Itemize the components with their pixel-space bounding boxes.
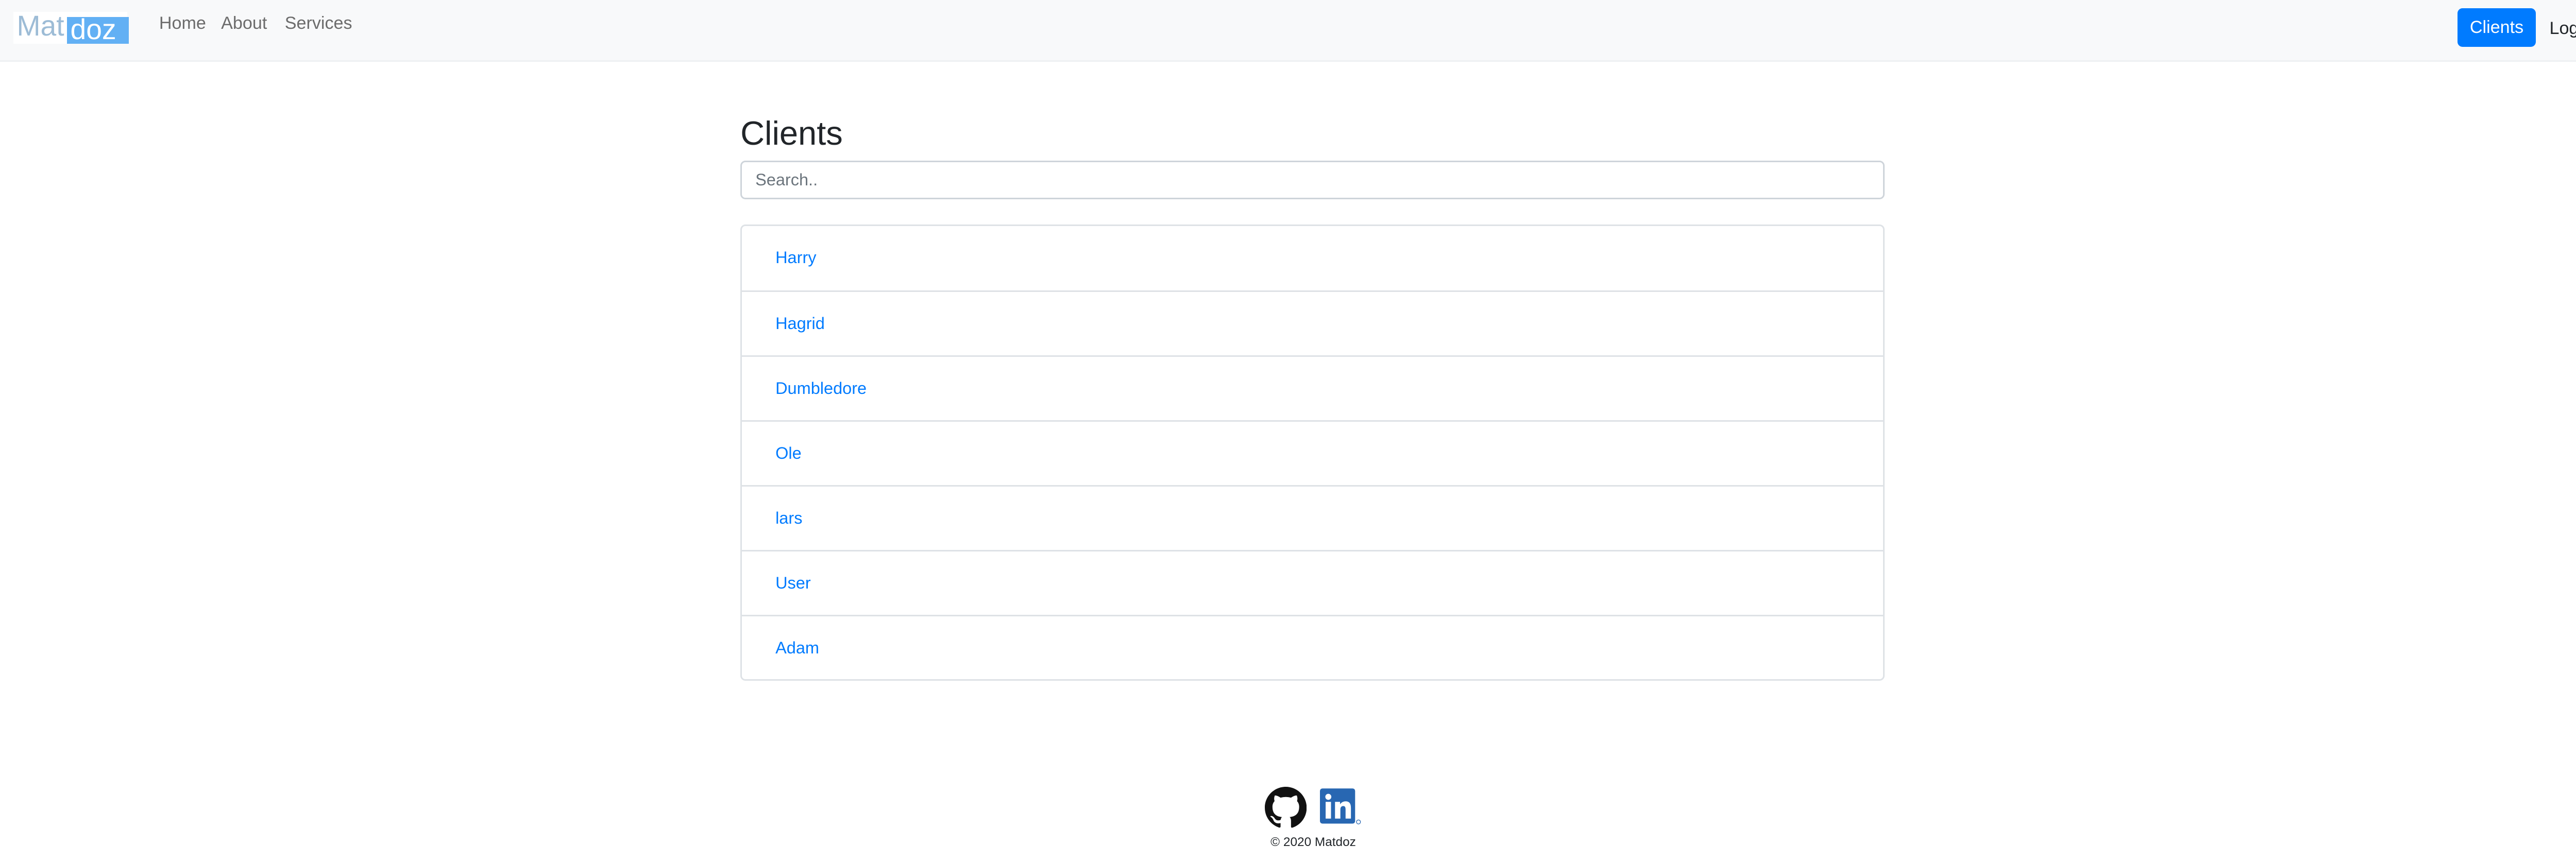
logo-text-doz: doz <box>67 15 129 44</box>
client-link[interactable]: lars <box>775 509 802 527</box>
nav-about[interactable]: About <box>221 13 267 33</box>
nav-services[interactable]: Services <box>285 13 352 33</box>
client-link[interactable]: Ole <box>775 444 802 462</box>
clients-list: Harry Hagrid Dumbledore Ole lars User Ad… <box>740 224 1885 681</box>
clients-button[interactable]: Clients <box>2457 8 2536 47</box>
list-item: User <box>742 549 1883 615</box>
logout-link[interactable]: Logout <box>2549 19 2576 39</box>
logo[interactable]: Mat doz <box>13 9 129 44</box>
client-link[interactable]: Adam <box>775 638 819 657</box>
github-icon[interactable] <box>1264 787 1307 829</box>
list-item: Dumbledore <box>742 355 1883 420</box>
linkedin-icon[interactable] <box>1320 787 1362 829</box>
client-link[interactable]: User <box>775 574 811 592</box>
list-item: lars <box>742 485 1883 550</box>
copyright: © 2020 Matdoz <box>1270 835 1356 850</box>
list-item: Adam <box>742 614 1883 680</box>
footer: © 2020 Matdoz <box>0 787 2576 850</box>
logo-text-mat: Mat <box>16 9 64 42</box>
page: Mat doz Home About Services Clients Logo… <box>0 0 2576 862</box>
list-item: Hagrid <box>742 290 1883 355</box>
list-item: Ole <box>742 420 1883 485</box>
navbar: Mat doz Home About Services Clients Logo… <box>0 0 2576 62</box>
search-input[interactable] <box>740 161 1885 199</box>
page-title: Clients <box>740 114 843 152</box>
client-link[interactable]: Hagrid <box>775 314 825 333</box>
client-link[interactable]: Harry <box>775 248 816 267</box>
list-item: Harry <box>742 226 1883 291</box>
client-link[interactable]: Dumbledore <box>775 379 867 398</box>
nav-home[interactable]: Home <box>159 13 206 33</box>
